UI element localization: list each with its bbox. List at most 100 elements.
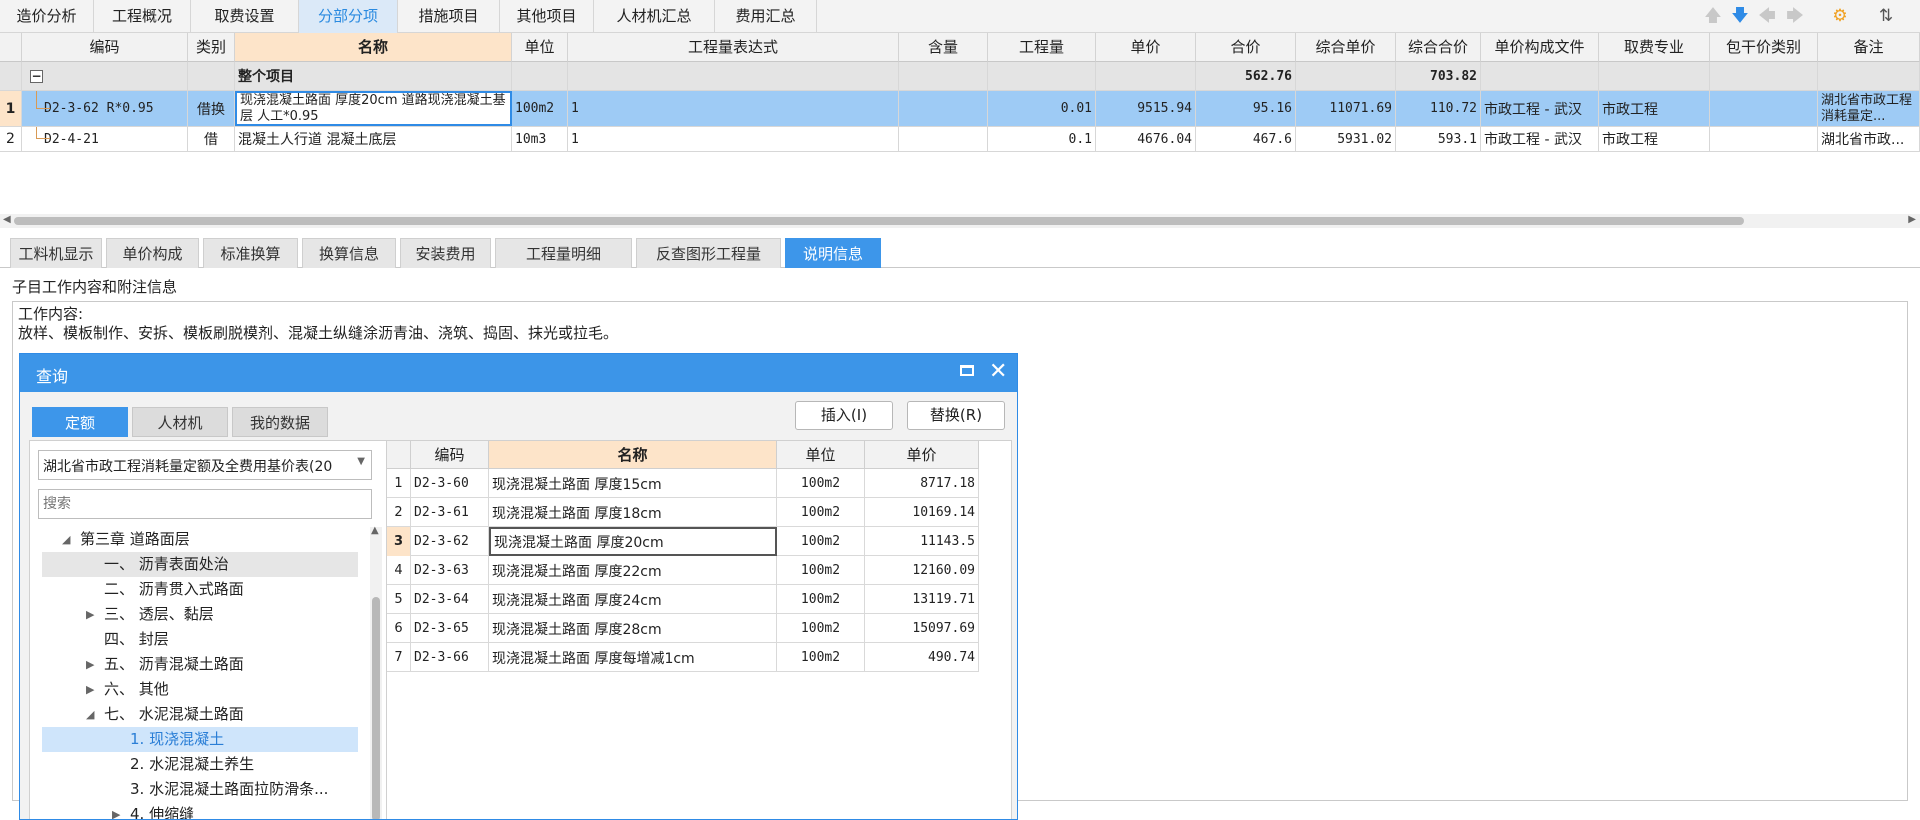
caret-down-icon[interactable]: ◢ — [86, 702, 94, 727]
list-item[interactable]: 5 D2-3-64 现浇混凝土路面 厚度24cm 100m2 13119.71 — [387, 585, 979, 614]
quota-cell-name[interactable]: 现浇混凝土路面 厚度24cm — [489, 585, 777, 614]
grid-header-7[interactable]: 工程量 — [988, 33, 1096, 62]
grid-header-0[interactable] — [0, 33, 22, 62]
cell-qty[interactable]: 0.01 — [988, 91, 1096, 126]
dialog-tab-2[interactable]: 人材机 — [132, 407, 228, 437]
cell-content[interactable] — [899, 91, 988, 126]
tree-node[interactable]: ◢ 第三章 道路面层 — [42, 527, 358, 552]
library-select[interactable]: 湖北省市政工程消耗量定额及全费用基价表(20 ▼ — [38, 450, 372, 480]
cell-content[interactable] — [899, 127, 988, 151]
maximize-icon[interactable] — [960, 365, 974, 376]
quota-header-4[interactable]: 单价 — [865, 441, 979, 469]
quota-cell-price[interactable]: 490.74 — [865, 643, 979, 672]
grid-header-15[interactable]: 备注 — [1818, 33, 1920, 62]
arrow-down-icon[interactable]: 🡇 — [1730, 6, 1750, 26]
grid-header-12[interactable]: 单价构成文件 — [1481, 33, 1599, 62]
detail-tab-4[interactable]: 换算信息 — [302, 238, 396, 268]
quota-cell-unit[interactable]: 100m2 — [777, 643, 865, 672]
grid-header-4[interactable]: 单位 — [512, 33, 568, 62]
quota-cell-code[interactable]: D2-3-62 — [411, 527, 489, 556]
list-item[interactable]: 2 D2-3-61 现浇混凝土路面 厚度18cm 100m2 10169.14 — [387, 498, 979, 527]
grid-header-3[interactable]: 名称 — [235, 33, 512, 62]
quota-cell-unit[interactable]: 100m2 — [777, 556, 865, 585]
tree-node[interactable]: ◢ 七、 水泥混凝土路面 — [42, 702, 358, 727]
cell-price[interactable]: 4676.04 — [1096, 127, 1196, 151]
cell-file[interactable]: 市政工程 - 武汉 — [1481, 91, 1599, 126]
quota-cell-price[interactable]: 15097.69 — [865, 614, 979, 643]
close-icon[interactable]: ✕ — [989, 359, 1007, 385]
quota-cell-code[interactable]: D2-3-65 — [411, 614, 489, 643]
cell-type[interactable]: 借 — [188, 127, 235, 151]
grid-header-5[interactable]: 工程量表达式 — [568, 33, 899, 62]
tree-node[interactable]: 一、 沥青表面处治 — [42, 552, 358, 577]
tree-node[interactable]: ▶ 五、 沥青混凝土路面 — [42, 652, 358, 677]
cell-comp-total[interactable]: 593.1 — [1396, 127, 1481, 151]
tree-node[interactable]: 1. 现浇混凝土 — [42, 727, 358, 752]
quota-cell-idx[interactable]: 4 — [387, 556, 411, 585]
cell-comp-total[interactable]: 110.72 — [1396, 91, 1481, 126]
top-tab-6[interactable]: 其他项目 — [500, 0, 594, 33]
scroll-thumb[interactable] — [14, 217, 1744, 225]
quota-cell-idx[interactable]: 2 — [387, 498, 411, 527]
arrow-left-icon[interactable]: 🡄 — [1757, 6, 1777, 26]
grid-header-14[interactable]: 包干价类别 — [1710, 33, 1818, 62]
detail-tab-2[interactable]: 单价构成 — [106, 238, 199, 268]
top-tab-3[interactable]: 取费设置 — [191, 0, 299, 33]
cell-type[interactable]: 借换 — [188, 91, 235, 126]
list-item[interactable]: 7 D2-3-66 现浇混凝土路面 厚度每增减1cm 100m2 490.74 — [387, 643, 979, 672]
quota-cell-idx[interactable]: 1 — [387, 469, 411, 498]
cell-expr[interactable]: 1 — [568, 127, 899, 151]
caret-right-icon[interactable]: ▶ — [86, 677, 94, 702]
arrow-right-icon[interactable]: 🡆 — [1785, 6, 1805, 26]
grid-header-10[interactable]: 综合单价 — [1296, 33, 1396, 62]
quota-cell-idx[interactable]: 6 — [387, 614, 411, 643]
quota-cell-code[interactable]: D2-3-61 — [411, 498, 489, 527]
grid-header-9[interactable]: 合价 — [1196, 33, 1296, 62]
quota-cell-name[interactable]: 现浇混凝土路面 厚度20cm — [489, 527, 777, 556]
cell-name[interactable]: 现浇混凝土路面 厚度20cm 道路现浇混凝土基层 人工*0.95 — [235, 91, 512, 126]
quota-cell-code[interactable]: D2-3-63 — [411, 556, 489, 585]
detail-tab-5[interactable]: 安装费用 — [400, 238, 491, 268]
top-tab-5[interactable]: 措施项目 — [398, 0, 500, 33]
top-tab-7[interactable]: 人材机汇总 — [594, 0, 715, 33]
top-tab-8[interactable]: 费用汇总 — [715, 0, 817, 33]
scroll-right-icon[interactable]: ▶ — [1908, 214, 1916, 225]
caret-right-icon[interactable]: ▶ — [86, 652, 94, 677]
list-item[interactable]: 3 D2-3-62 现浇混凝土路面 厚度20cm 100m2 11143.5 — [387, 527, 979, 556]
quota-header-3[interactable]: 单位 — [777, 441, 865, 469]
quota-cell-code[interactable]: D2-3-66 — [411, 643, 489, 672]
caret-right-icon[interactable]: ▶ — [112, 802, 120, 819]
quota-cell-unit[interactable]: 100m2 — [777, 614, 865, 643]
dialog-titlebar[interactable]: 查询 ✕ — [20, 354, 1017, 392]
cell-note[interactable]: 湖北省市政工程消耗量定... — [1818, 91, 1920, 126]
detail-tab-6[interactable]: 工程量明细 — [495, 238, 632, 268]
caret-down-icon[interactable]: ◢ — [62, 527, 70, 552]
quota-cell-idx[interactable]: 3 — [387, 527, 411, 556]
replace-button[interactable]: 替换(R) — [907, 401, 1005, 430]
tree-node[interactable]: ▶ 六、 其他 — [42, 677, 358, 702]
quota-cell-price[interactable]: 13119.71 — [865, 585, 979, 614]
grid-header-2[interactable]: 类别 — [188, 33, 235, 62]
caret-right-icon[interactable]: ▶ — [86, 602, 94, 627]
group-row[interactable]: − 整个项目 562.76 703.82 — [0, 62, 1920, 91]
grid-header-8[interactable]: 单价 — [1096, 33, 1196, 62]
cell-name[interactable]: 混凝土人行道 混凝土底层 — [235, 127, 512, 151]
scroll-left-icon[interactable]: ◀ — [3, 214, 11, 225]
cell-idx[interactable]: 1 — [0, 91, 22, 126]
grid-header-1[interactable]: 编码 — [22, 33, 188, 62]
cell-comp-price[interactable]: 5931.02 — [1296, 127, 1396, 151]
group-toggle[interactable]: − — [22, 62, 188, 90]
quota-cell-code[interactable]: D2-3-64 — [411, 585, 489, 614]
cell-file[interactable]: 市政工程 - 武汉 — [1481, 127, 1599, 151]
quota-cell-name[interactable]: 现浇混凝土路面 厚度18cm — [489, 498, 777, 527]
cell-specialty[interactable]: 市政工程 — [1599, 127, 1710, 151]
sort-icon[interactable]: ⇅ — [1876, 6, 1896, 26]
cell-price[interactable]: 9515.94 — [1096, 91, 1196, 126]
tree-scrollbar[interactable]: ▲ — [370, 525, 382, 819]
grid-header-13[interactable]: 取费专业 — [1599, 33, 1710, 62]
cell-comp-price[interactable]: 11071.69 — [1296, 91, 1396, 126]
cell-idx[interactable]: 2 — [0, 127, 22, 151]
top-tab-1[interactable]: 造价分析 — [0, 0, 94, 33]
table-row[interactable]: 1 D2-3-62 R*0.95 借换 现浇混凝土路面 厚度20cm 道路现浇混凝土基… — [0, 91, 1920, 127]
quota-cell-code[interactable]: D2-3-60 — [411, 469, 489, 498]
